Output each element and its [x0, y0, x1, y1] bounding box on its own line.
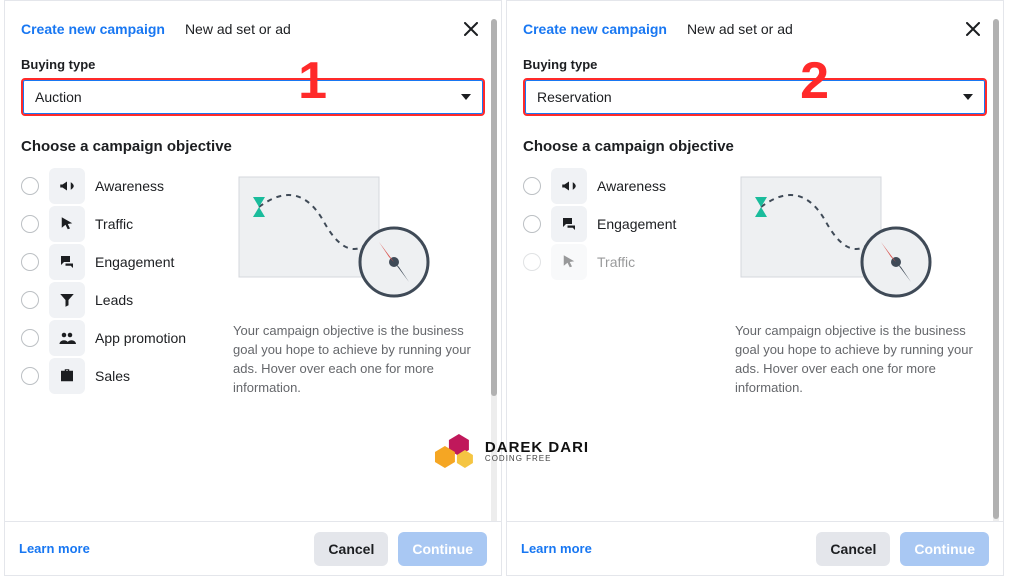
objective-awareness[interactable]: Awareness [21, 167, 221, 205]
objective-leads[interactable]: Leads [21, 281, 221, 319]
megaphone-icon [49, 168, 85, 204]
continue-button[interactable]: Continue [398, 532, 487, 566]
chat-icon [49, 244, 85, 280]
objective-label: Awareness [95, 178, 164, 194]
objective-engagement[interactable]: Engagement [21, 243, 221, 281]
radio-icon[interactable] [21, 291, 39, 309]
objective-traffic-disabled: Traffic [523, 243, 723, 281]
tab-new-ad[interactable]: New ad set or ad [687, 21, 793, 37]
watermark-sub: CODING FREE [485, 455, 589, 463]
radio-icon[interactable] [523, 215, 541, 233]
radio-icon[interactable] [21, 253, 39, 271]
buying-type-value: Reservation [537, 89, 963, 105]
objective-traffic[interactable]: Traffic [21, 205, 221, 243]
objective-help-text: Your campaign objective is the business … [229, 322, 485, 397]
chevron-down-icon [963, 94, 973, 100]
learn-more-link[interactable]: Learn more [19, 541, 90, 556]
chevron-down-icon [461, 94, 471, 100]
learn-more-link[interactable]: Learn more [521, 541, 592, 556]
objective-label: Awareness [597, 178, 666, 194]
tab-new-ad[interactable]: New ad set or ad [185, 21, 291, 37]
scrollbar-thumb[interactable] [993, 19, 999, 519]
campaign-dialog-panel-2: Create new campaign New ad set or ad Buy… [506, 0, 1004, 576]
radio-icon[interactable] [523, 177, 541, 195]
dialog-tabs: Create new campaign New ad set or ad [21, 15, 485, 43]
annotation-marker-2: 2 [800, 51, 829, 111]
objective-label: Leads [95, 292, 133, 308]
watermark-title: DAREK DARI [485, 440, 589, 455]
buying-type-label: Buying type [21, 57, 485, 72]
annotation-marker-1: 1 [298, 51, 327, 111]
tab-create-campaign[interactable]: Create new campaign [21, 21, 165, 37]
objective-heading: Choose a campaign objective [523, 138, 987, 155]
objective-help-text: Your campaign objective is the business … [731, 322, 987, 397]
buying-type-value: Auction [35, 89, 461, 105]
radio-icon[interactable] [21, 329, 39, 347]
buying-type-select[interactable]: Reservation [523, 78, 987, 116]
radio-icon[interactable] [21, 215, 39, 233]
objective-label: Sales [95, 368, 130, 384]
objective-label: Engagement [597, 216, 676, 232]
buying-type-select[interactable]: Auction [21, 78, 485, 116]
cancel-button[interactable]: Cancel [816, 532, 890, 566]
compass-map-illustration [229, 167, 439, 307]
objective-awareness[interactable]: Awareness [523, 167, 723, 205]
objective-label: App promotion [95, 330, 186, 346]
compass-map-illustration [731, 167, 941, 307]
campaign-dialog-panel-1: Create new campaign New ad set or ad Buy… [4, 0, 502, 576]
scrollbar-track[interactable] [491, 19, 497, 557]
cancel-button[interactable]: Cancel [314, 532, 388, 566]
chat-icon [551, 206, 587, 242]
close-icon[interactable] [457, 15, 485, 43]
scrollbar-thumb[interactable] [491, 19, 497, 396]
dialog-tabs: Create new campaign New ad set or ad [523, 15, 987, 43]
objective-sales[interactable]: Sales [21, 357, 221, 395]
funnel-icon [49, 282, 85, 318]
radio-icon[interactable] [21, 367, 39, 385]
briefcase-icon [49, 358, 85, 394]
tab-create-campaign[interactable]: Create new campaign [523, 21, 667, 37]
radio-icon [523, 253, 541, 271]
megaphone-icon [551, 168, 587, 204]
buying-type-label: Buying type [523, 57, 987, 72]
objective-label: Engagement [95, 254, 174, 270]
watermark-logo: DAREK DARI CODING FREE [435, 434, 589, 468]
scrollbar-track[interactable] [993, 19, 999, 557]
continue-button[interactable]: Continue [900, 532, 989, 566]
objective-label: Traffic [95, 216, 133, 232]
objective-app-promotion[interactable]: App promotion [21, 319, 221, 357]
hexagon-logo-icon [435, 434, 479, 468]
cursor-icon [49, 206, 85, 242]
cursor-icon [551, 244, 587, 280]
objective-label: Traffic [597, 254, 635, 270]
close-icon[interactable] [959, 15, 987, 43]
people-icon [49, 320, 85, 356]
objective-heading: Choose a campaign objective [21, 138, 485, 155]
objective-engagement[interactable]: Engagement [523, 205, 723, 243]
radio-icon[interactable] [21, 177, 39, 195]
